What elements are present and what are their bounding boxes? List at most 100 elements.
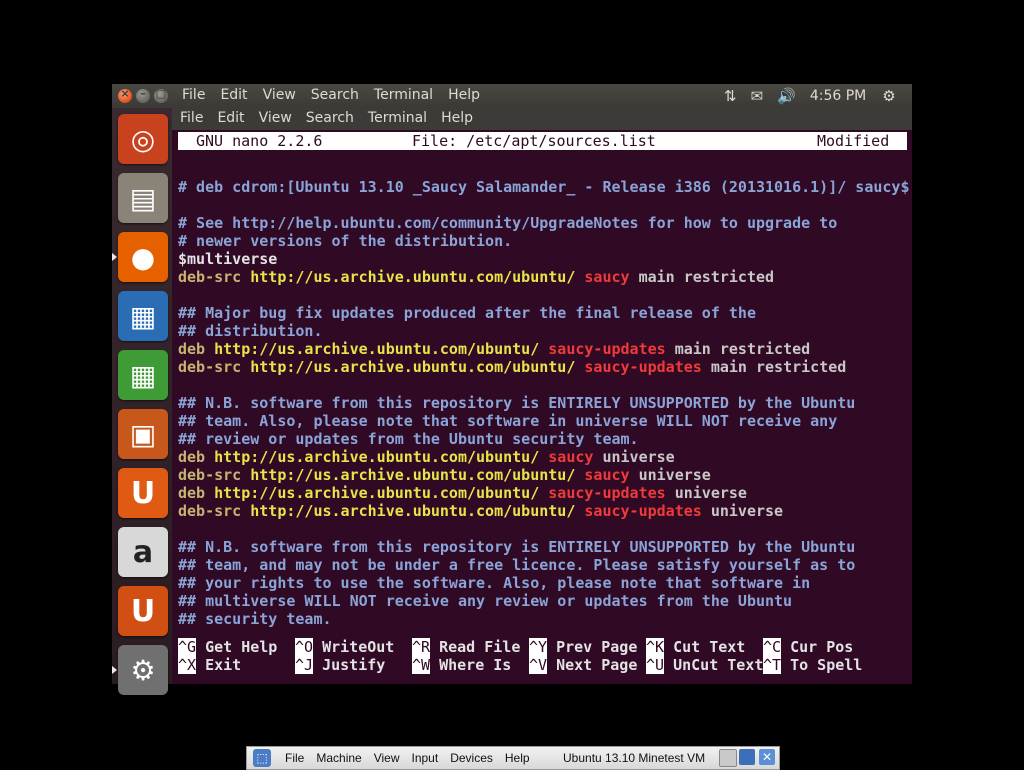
editor-line[interactable]: deb http://us.archive.ubuntu.com/ubuntu/…: [178, 484, 747, 502]
indicator-area: ⇅ ✉ 🔊 4:56 PM ⚙: [724, 87, 910, 105]
nano-filename: File: /etc/apt/sources.list: [412, 132, 656, 150]
vbox-menu-devices[interactable]: Devices: [450, 751, 493, 765]
terminal-menu-view[interactable]: View: [259, 110, 292, 126]
line-segment: universe: [602, 448, 675, 466]
shortcut-label: WriteOut: [313, 638, 395, 656]
shortcut-item[interactable]: ^R Read File: [412, 638, 520, 656]
terminal-window[interactable]: GNU nano 2.2.6 File: /etc/apt/sources.li…: [172, 130, 912, 684]
editor-line[interactable]: deb http://us.archive.ubuntu.com/ubuntu/…: [178, 340, 810, 358]
shortcut-key: ^V: [529, 656, 548, 674]
menu-terminal[interactable]: Terminal: [374, 87, 433, 103]
menu-edit[interactable]: Edit: [220, 87, 247, 103]
firefox-icon[interactable]: ●: [118, 232, 168, 282]
editor-line[interactable]: ## your rights to use the software. Also…: [178, 574, 810, 592]
global-menu: File Edit View Search Terminal Help: [182, 87, 480, 103]
editor-line[interactable]: $multiverse: [178, 250, 277, 268]
files-icon[interactable]: ▤: [118, 173, 168, 223]
amazon-icon[interactable]: a: [118, 527, 168, 577]
menu-view[interactable]: View: [263, 87, 296, 103]
editor-line[interactable]: # newer versions of the distribution.: [178, 232, 512, 250]
shortcut-item[interactable]: ^X Exit: [178, 656, 241, 674]
ubuntu-software-center-icon[interactable]: U: [118, 468, 168, 518]
editor-line[interactable]: ## review or updates from the Ubuntu sec…: [178, 430, 639, 448]
close-vm-icon[interactable]: ✕: [759, 749, 775, 765]
shortcut-label: UnCut Text: [664, 656, 764, 674]
window-maximize-button[interactable]: □: [154, 87, 168, 103]
editor-line[interactable]: # See http://help.ubuntu.com/community/U…: [178, 214, 837, 232]
editor-line[interactable]: deb-src http://us.archive.ubuntu.com/ubu…: [178, 268, 774, 286]
line-segment: http://us.archive.ubuntu.com/ubuntu/: [250, 466, 585, 484]
libreoffice-calc-icon[interactable]: ▦: [118, 350, 168, 400]
line-segment: saucy-updates: [548, 340, 675, 358]
editor-line[interactable]: deb-src http://us.archive.ubuntu.com/ubu…: [178, 502, 783, 520]
line-segment: http://us.archive.ubuntu.com/ubuntu/: [250, 502, 585, 520]
editor-line[interactable]: ## multiverse WILL NOT receive any revie…: [178, 592, 792, 610]
line-segment: deb-src: [178, 502, 251, 520]
window-close-button[interactable]: ×: [118, 87, 132, 103]
shortcut-item[interactable]: ^Y Prev Page: [529, 638, 637, 656]
terminal-menu-edit[interactable]: Edit: [217, 110, 244, 126]
line-segment: main restricted: [638, 268, 775, 286]
terminal-menu-file[interactable]: File: [180, 110, 203, 126]
editor-line[interactable]: ## Major bug fix updates produced after …: [178, 304, 756, 322]
editor-line[interactable]: ## N.B. software from this repository is…: [178, 538, 855, 556]
shortcut-item[interactable]: ^U UnCut Text: [646, 656, 763, 674]
ubuntu-one-icon[interactable]: U: [118, 586, 168, 636]
editor-line[interactable]: # deb cdrom:[Ubuntu 13.10 _Saucy Salaman…: [178, 178, 910, 196]
line-segment: saucy: [548, 448, 603, 466]
shortcut-key: ^G: [178, 638, 197, 656]
vbox-menu-view[interactable]: View: [374, 751, 400, 765]
vbox-menu-help[interactable]: Help: [505, 751, 530, 765]
menu-help[interactable]: Help: [448, 87, 480, 103]
terminal-menubar: File Edit View Search Terminal Help: [172, 108, 912, 130]
line-segment: ## distribution.: [178, 322, 323, 340]
libreoffice-writer-icon[interactable]: ▦: [118, 291, 168, 341]
shortcut-item[interactable]: ^V Next Page: [529, 656, 637, 674]
terminal-menu-terminal[interactable]: Terminal: [368, 110, 427, 126]
line-segment: http://us.archive.ubuntu.com/ubuntu/: [214, 484, 549, 502]
vbox-menu-machine[interactable]: Machine: [316, 751, 361, 765]
power-gear-icon[interactable]: ⚙: [882, 87, 895, 105]
minimize-vm-icon[interactable]: [719, 749, 737, 767]
editor-line[interactable]: ## team, and may not be under a free lic…: [178, 556, 855, 574]
shortcut-item[interactable]: ^W Where Is: [412, 656, 511, 674]
fullscreen-vm-icon[interactable]: [739, 749, 755, 765]
shortcut-item[interactable]: ^T To Spell: [763, 656, 862, 674]
terminal-menu-search[interactable]: Search: [306, 110, 354, 126]
editor-line[interactable]: ## team. Also, please note that software…: [178, 412, 837, 430]
shortcut-label: Next Page: [547, 656, 638, 674]
menu-file[interactable]: File: [182, 87, 205, 103]
shortcut-item[interactable]: ^G Get Help: [178, 638, 277, 656]
clock[interactable]: 4:56 PM: [810, 88, 866, 104]
editor-line[interactable]: deb-src http://us.archive.ubuntu.com/ubu…: [178, 466, 711, 484]
shortcut-item[interactable]: ^K Cut Text: [646, 638, 745, 656]
editor-line[interactable]: ## distribution.: [178, 322, 323, 340]
line-segment: deb-src: [178, 268, 251, 286]
shortcut-key: ^W: [412, 656, 431, 674]
line-segment: http://us.archive.ubuntu.com/ubuntu/: [250, 358, 585, 376]
menu-search[interactable]: Search: [311, 87, 359, 103]
ubuntu-dash-icon[interactable]: ◎: [118, 114, 168, 164]
line-segment: ## N.B. software from this repository is…: [178, 394, 856, 412]
line-segment: deb: [178, 340, 215, 358]
libreoffice-impress-icon[interactable]: ▣: [118, 409, 168, 459]
editor-line[interactable]: ## security team.: [178, 610, 332, 628]
editor-line[interactable]: ## N.B. software from this repository is…: [178, 394, 855, 412]
editor-line[interactable]: deb-src http://us.archive.ubuntu.com/ubu…: [178, 358, 846, 376]
terminal-menu-help[interactable]: Help: [441, 110, 473, 126]
virtualbox-icon[interactable]: ⬚: [253, 749, 271, 767]
shortcut-item[interactable]: ^C Cur Pos: [763, 638, 853, 656]
shortcut-item[interactable]: ^O WriteOut: [295, 638, 394, 656]
shortcut-item[interactable]: ^J Justify: [295, 656, 385, 674]
volume-icon[interactable]: 🔊: [777, 87, 796, 105]
vbox-menu-input[interactable]: Input: [412, 751, 439, 765]
network-icon[interactable]: ⇅: [724, 87, 737, 105]
line-segment: http://us.archive.ubuntu.com/ubuntu/: [214, 340, 549, 358]
mail-icon[interactable]: ✉: [751, 87, 764, 105]
system-settings-icon[interactable]: ⚙: [118, 645, 168, 695]
nano-title-bar: GNU nano 2.2.6 File: /etc/apt/sources.li…: [178, 132, 907, 150]
window-minimize-button[interactable]: –: [136, 87, 150, 103]
nano-version: GNU nano 2.2.6: [196, 132, 323, 150]
vbox-menu-file[interactable]: File: [285, 751, 304, 765]
editor-line[interactable]: deb http://us.archive.ubuntu.com/ubuntu/…: [178, 448, 675, 466]
